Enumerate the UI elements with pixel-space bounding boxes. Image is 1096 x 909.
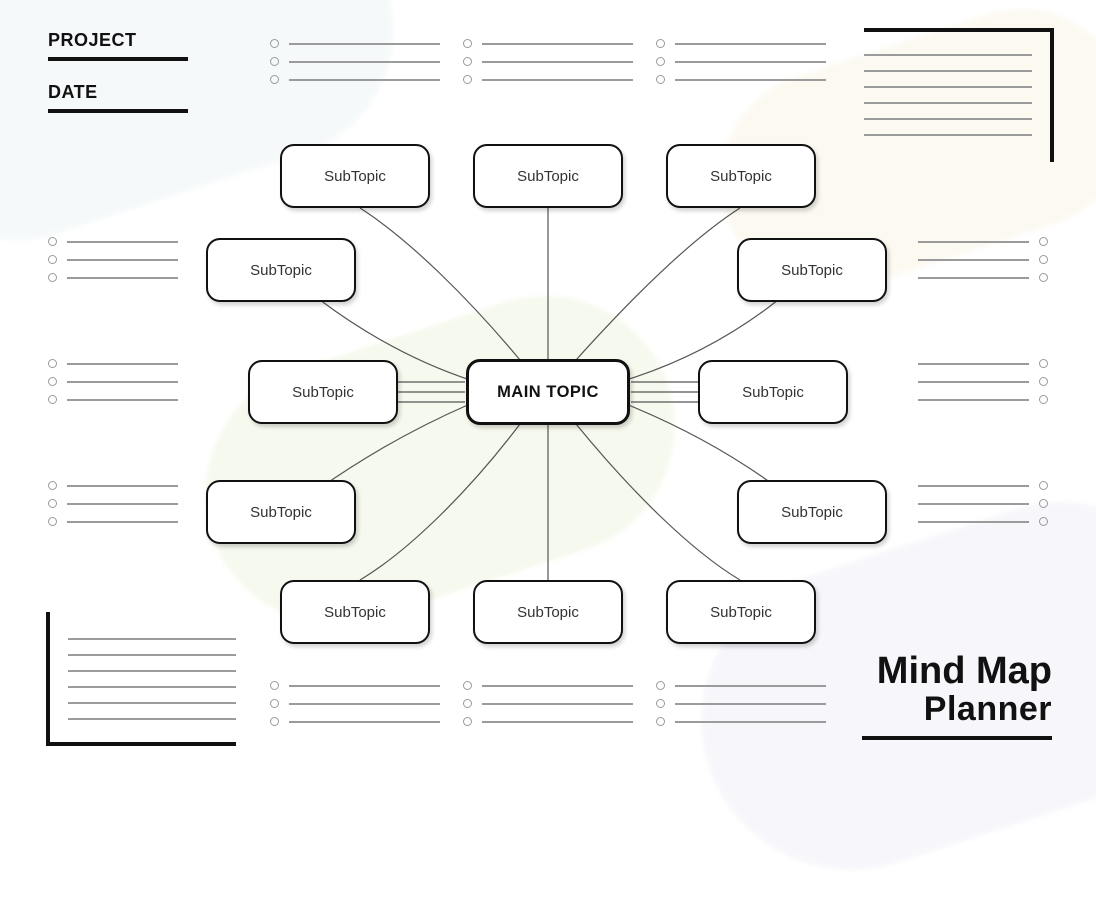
title-line-1: Mind Map	[862, 652, 1052, 692]
bullet-group-right-lower	[918, 472, 1048, 535]
bullet-group-bottom-2	[463, 672, 633, 735]
subtopic-node-top-2[interactable]: SubTopic	[473, 144, 623, 208]
subtopic-node-bottom-2[interactable]: SubTopic	[473, 580, 623, 644]
subtopic-text: SubTopic	[324, 604, 386, 621]
notes-box-top-right	[864, 28, 1054, 156]
bg-blob	[172, 262, 709, 658]
subtopic-node-right-upper[interactable]: SubTopic	[737, 238, 887, 302]
date-label: DATE	[48, 82, 188, 113]
bullet-group-top-3	[656, 30, 826, 93]
bullet-group-bottom-3	[656, 672, 826, 735]
subtopic-text: SubTopic	[292, 384, 354, 401]
subtopic-text: SubTopic	[742, 384, 804, 401]
subtopic-node-left-mid[interactable]: SubTopic	[248, 360, 398, 424]
subtopic-node-bottom-3[interactable]: SubTopic	[666, 580, 816, 644]
subtopic-node-left-upper[interactable]: SubTopic	[206, 238, 356, 302]
subtopic-node-right-mid[interactable]: SubTopic	[698, 360, 848, 424]
page-title: Mind Map Planner	[862, 652, 1052, 740]
date-label-text: DATE	[48, 82, 188, 103]
subtopic-text: SubTopic	[250, 504, 312, 521]
subtopic-node-bottom-1[interactable]: SubTopic	[280, 580, 430, 644]
main-topic-node[interactable]: MAIN TOPIC	[466, 359, 630, 425]
project-label: PROJECT	[48, 30, 188, 61]
subtopic-node-right-lower[interactable]: SubTopic	[737, 480, 887, 544]
main-topic-text: MAIN TOPIC	[497, 383, 599, 402]
subtopic-text: SubTopic	[710, 168, 772, 185]
title-line-2: Planner	[862, 692, 1052, 728]
bullet-group-right-upper	[918, 228, 1048, 291]
project-label-text: PROJECT	[48, 30, 188, 51]
notes-box-bottom-left	[46, 618, 236, 746]
subtopic-text: SubTopic	[517, 168, 579, 185]
bullet-group-bottom-1	[270, 672, 440, 735]
subtopic-node-left-lower[interactable]: SubTopic	[206, 480, 356, 544]
subtopic-text: SubTopic	[324, 168, 386, 185]
subtopic-text: SubTopic	[517, 604, 579, 621]
subtopic-text: SubTopic	[781, 262, 843, 279]
bullet-group-left-lower	[48, 472, 178, 535]
bullet-group-right-mid	[918, 350, 1048, 413]
subtopic-node-top-1[interactable]: SubTopic	[280, 144, 430, 208]
subtopic-node-top-3[interactable]: SubTopic	[666, 144, 816, 208]
bullet-group-top-2	[463, 30, 633, 93]
subtopic-text: SubTopic	[781, 504, 843, 521]
subtopic-text: SubTopic	[710, 604, 772, 621]
bullet-group-left-upper	[48, 228, 178, 291]
bullet-group-top-1	[270, 30, 440, 93]
subtopic-text: SubTopic	[250, 262, 312, 279]
bullet-group-left-mid	[48, 350, 178, 413]
